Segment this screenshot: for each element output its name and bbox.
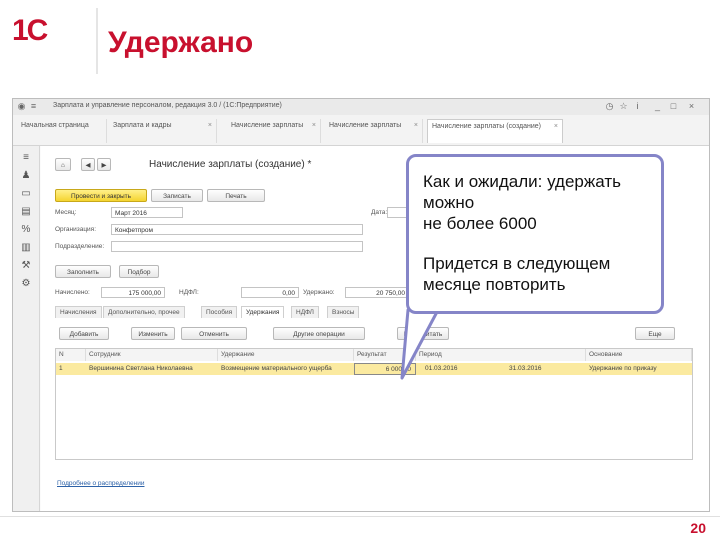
close-icon[interactable]: × [687, 102, 696, 111]
app-icon: ◉ [17, 101, 26, 111]
row-number: 1 [59, 365, 63, 372]
callout-line: можно [423, 193, 475, 212]
employee-cell[interactable]: Вершинина Светлана Николаевна [86, 363, 218, 375]
sections-panel: ≡ ♟ ▭ ▤ % ▥ ⚒ ⚙ [13, 146, 40, 511]
period-end-cell[interactable]: 31.03.2016 [506, 363, 586, 375]
maximize-icon[interactable]: □ [669, 102, 678, 111]
window-title: Зарплата и управление персоналом, редакц… [53, 102, 282, 109]
percent-icon[interactable]: % [20, 224, 32, 236]
date-label: Дата: [371, 209, 388, 216]
slide-title: Удержано [108, 26, 254, 59]
accrued-field: 175 000,00 [101, 287, 165, 298]
organization-label: Организация: [55, 226, 97, 233]
list-icon[interactable]: ▤ [20, 206, 32, 218]
column-header[interactable]: Удержание [218, 349, 354, 361]
deducted-field: 20 750,00 [345, 287, 409, 298]
open-windows-bar: Начальная страница Зарплата и кадры × Нач… [13, 115, 709, 146]
column-header[interactable]: N [56, 349, 86, 361]
header-divider [96, 8, 98, 74]
print-button[interactable]: Печать [207, 189, 265, 202]
more-button[interactable]: Еще [635, 327, 675, 340]
deductions-table: N Сотрудник Удержание Результат Период О… [55, 348, 693, 460]
organization-field[interactable]: Конфетпром [111, 224, 363, 235]
tab-deductions[interactable]: Удержания [241, 306, 285, 318]
tab-benefits[interactable]: Пособия [201, 306, 238, 318]
window-tab[interactable]: Начисление зарплаты × [325, 119, 423, 143]
basis-cell[interactable]: Удержание по приказу [586, 363, 692, 375]
column-header[interactable]: Сотрудник [86, 349, 218, 361]
window-tab-label: Начисление зарплаты [231, 122, 304, 129]
ndfl-label: НДФЛ: [179, 289, 199, 296]
annotation-callout: Как и ожидали: удержать можно не более 6… [406, 154, 664, 314]
deducted-label: Удержано: [303, 289, 335, 296]
accrued-label: Начислено: [55, 289, 90, 296]
save-button[interactable]: Записать [151, 189, 203, 202]
close-tab-icon[interactable]: × [554, 122, 558, 131]
folder-icon[interactable]: ▭ [20, 188, 32, 200]
close-tab-icon[interactable]: × [414, 121, 418, 130]
close-tab-icon[interactable]: × [312, 121, 316, 130]
callout-line: месяце повторить [423, 275, 566, 294]
callout-line: Придется в следующем [423, 254, 611, 273]
add-button[interactable]: Добавить [59, 327, 109, 340]
back-icon[interactable]: ◀ [81, 158, 95, 171]
month-field[interactable]: Март 2016 [111, 207, 183, 218]
post-and-close-button[interactable]: Провести и закрыть [55, 189, 147, 202]
info-icon[interactable]: i [633, 102, 642, 111]
window-tab-label: Зарплата и кадры [113, 122, 172, 129]
cancel-edit-button[interactable]: Отменить [181, 327, 247, 340]
department-field[interactable] [111, 241, 363, 252]
fill-button[interactable]: Заполнить [55, 265, 111, 278]
1c-logo: 1С [12, 14, 82, 50]
tab-contributions[interactable]: Взносы [327, 306, 360, 318]
close-tab-icon[interactable]: × [208, 121, 212, 130]
window-tab-label: Начисление зарплаты [329, 122, 402, 129]
tab-ndfl[interactable]: НДФЛ [291, 306, 319, 318]
edit-button[interactable]: Изменить [131, 327, 175, 340]
logo-text: 1С [12, 14, 48, 47]
tab-accruals[interactable]: Начисления [55, 306, 102, 318]
window-tab[interactable]: Начальная страница [17, 119, 107, 143]
footer-divider [0, 516, 720, 517]
chart-icon[interactable]: ▥ [20, 242, 32, 254]
callout-line: Как и ожидали: удержать [423, 172, 621, 191]
window-tab[interactable]: Начисление зарплаты × [227, 119, 321, 143]
star-icon[interactable]: ☆ [619, 102, 628, 111]
wrench-icon[interactable]: ⚒ [20, 260, 32, 272]
gear-icon[interactable]: ⚙ [20, 278, 32, 290]
menu-icon[interactable]: ≡ [29, 102, 38, 111]
window-tab-label: Начисление зарплаты (создание) [432, 123, 541, 130]
window-tab[interactable]: Зарплата и кадры × [109, 119, 217, 143]
minimize-icon[interactable]: _ [653, 102, 662, 111]
callout-line: не более 6000 [423, 214, 537, 233]
forward-icon[interactable]: ▶ [97, 158, 111, 171]
pick-button[interactable]: Подбор [119, 265, 159, 278]
home-icon[interactable]: ⌂ [55, 158, 71, 171]
menu-icon[interactable]: ≡ [20, 152, 32, 164]
column-header[interactable]: Основание [586, 349, 692, 361]
people-icon[interactable]: ♟ [20, 170, 32, 182]
deduction-cell[interactable]: Возмещение материального ущерба [218, 363, 354, 375]
page-number: 20 [690, 520, 706, 536]
tab-additional[interactable]: Дополнительно, прочее [103, 306, 185, 318]
window-tab-active[interactable]: Начисление зарплаты (создание) × [427, 119, 563, 143]
history-icon[interactable]: ◷ [605, 102, 614, 111]
window-tab-label: Начальная страница [21, 122, 89, 129]
department-label: Подразделение: [55, 243, 105, 250]
form-heading: Начисление зарплаты (создание) * [149, 159, 312, 170]
ndfl-field: 0,00 [241, 287, 299, 298]
window-titlebar: ◉ ≡ Зарплата и управление персоналом, ре… [13, 99, 709, 116]
other-operations-button[interactable]: Другие операции [273, 327, 365, 340]
details-link[interactable]: Подробнее о распределении [57, 480, 144, 487]
month-label: Месяц: [55, 209, 77, 216]
